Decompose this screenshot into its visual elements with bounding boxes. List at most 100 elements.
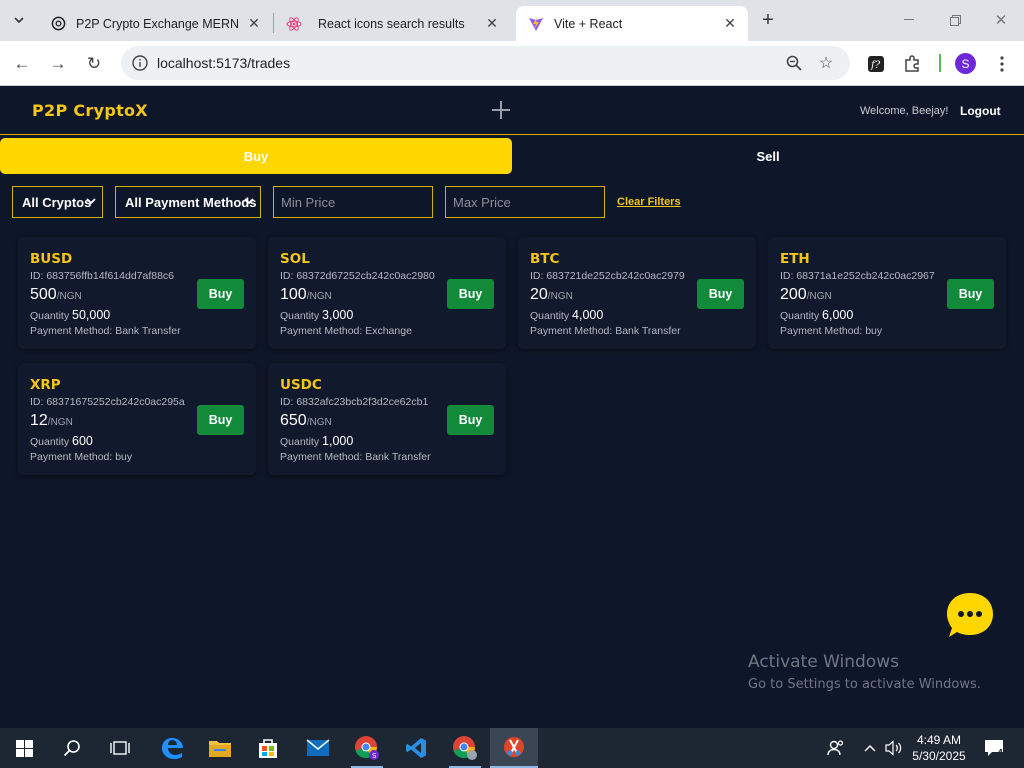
restore-icon xyxy=(949,14,961,26)
start-button[interactable] xyxy=(0,728,48,768)
extension-fx-icon[interactable]: f? xyxy=(864,52,888,76)
trade-id: ID: 683721de252cb242c0ac2979 xyxy=(530,270,685,282)
logout-button[interactable]: Logout xyxy=(960,104,1001,118)
people-button[interactable] xyxy=(824,728,848,768)
mail-icon xyxy=(306,739,330,756)
trade-payment-method: Payment Method: Bank Transfer xyxy=(30,325,181,337)
back-button[interactable]: ← xyxy=(10,52,34,76)
url-text: localhost:5173/trades xyxy=(157,55,291,71)
task-view-icon xyxy=(110,741,130,755)
taskbar-vscode[interactable] xyxy=(392,728,440,768)
taskbar-store[interactable] xyxy=(244,728,292,768)
taskbar-mail[interactable] xyxy=(294,728,342,768)
profile-avatar[interactable]: S xyxy=(955,53,976,74)
trade-payment-method: Payment Method: Bank Transfer xyxy=(530,325,681,337)
buy-button[interactable]: Buy xyxy=(947,279,994,309)
store-bag-icon xyxy=(259,739,277,758)
chat-bubble-icon[interactable] xyxy=(946,591,994,639)
arrow-right-icon: → xyxy=(49,54,67,73)
taskbar-edge[interactable] xyxy=(148,728,196,768)
restore-window-button[interactable] xyxy=(932,0,978,40)
extensions-puzzle-icon[interactable] xyxy=(900,52,924,76)
close-tab-icon[interactable]: ✕ xyxy=(720,14,740,34)
buy-button[interactable]: Buy xyxy=(447,279,494,309)
crypto-filter-select[interactable]: All Cryptos xyxy=(12,186,103,218)
clear-filters-link[interactable]: Clear Filters xyxy=(617,196,681,208)
buy-button[interactable]: Buy xyxy=(697,279,744,309)
folder-icon xyxy=(209,741,231,757)
trade-id: ID: 68371a1e252cb242c0ac2967 xyxy=(780,270,935,282)
trade-card: BTC ID: 683721de252cb242c0ac2979 20/NGN … xyxy=(518,237,756,349)
taskbar-snipping-tool[interactable] xyxy=(490,728,538,768)
chrome-icon: S xyxy=(355,736,379,760)
taskbar-chrome-profile[interactable]: S xyxy=(343,728,391,768)
volume-button[interactable] xyxy=(882,728,906,768)
close-tab-icon[interactable]: ✕ xyxy=(244,14,264,34)
reload-icon: ↻ xyxy=(86,54,102,73)
trade-quantity: Quantity 1,000 xyxy=(280,434,354,448)
close-window-button[interactable]: ✕ xyxy=(978,0,1024,40)
notification-count: 4 xyxy=(997,748,1003,759)
chevron-up-icon xyxy=(864,744,876,752)
buy-button[interactable]: Buy xyxy=(197,405,244,435)
show-hidden-icons-button[interactable] xyxy=(860,728,880,768)
crypto-symbol: BUSD xyxy=(30,251,73,267)
svg-text:S: S xyxy=(372,752,377,760)
address-bar[interactable]: localhost:5173/trades ☆ xyxy=(121,46,850,80)
zoom-icon[interactable] xyxy=(783,52,805,74)
chevron-down-icon xyxy=(86,198,96,205)
taskbar-file-explorer[interactable] xyxy=(196,728,244,768)
chatgpt-icon xyxy=(50,16,66,32)
people-icon xyxy=(827,740,844,756)
trade-price: 500/NGN xyxy=(30,286,82,303)
trade-payment-method: Payment Method: buy xyxy=(30,451,133,463)
max-price-input[interactable]: Max Price xyxy=(445,186,605,218)
close-tab-icon[interactable]: ✕ xyxy=(482,14,502,34)
min-price-input[interactable]: Min Price xyxy=(273,186,433,218)
plus-icon[interactable] xyxy=(490,99,512,121)
speaker-icon xyxy=(885,740,902,756)
search-icon xyxy=(63,740,80,757)
welcome-message: Welcome, Beejay! xyxy=(860,105,949,117)
trade-id: ID: 683756ffb14f614dd7af88c6 xyxy=(30,270,175,282)
trade-quantity: Quantity 600 xyxy=(30,434,93,448)
trade-price: 100/NGN xyxy=(280,286,332,303)
taskbar-clock[interactable]: 4:49 AM 5/30/2025 xyxy=(908,732,970,764)
buy-button[interactable]: Buy xyxy=(197,279,244,309)
vscode-icon xyxy=(406,738,426,758)
site-info-icon[interactable] xyxy=(131,54,149,72)
trade-card: BUSD ID: 683756ffb14f614dd7af88c6 500/NG… xyxy=(18,237,256,349)
trade-quantity: Quantity 50,000 xyxy=(30,308,111,322)
tab-title: React icons search results xyxy=(318,16,465,31)
trade-payment-method: Payment Method: buy xyxy=(780,325,883,337)
snipping-tool-icon xyxy=(504,737,524,757)
trade-quantity: Quantity 6,000 xyxy=(780,308,854,322)
browser-tab[interactable]: React icons search results ✕ xyxy=(274,6,510,41)
buy-button[interactable]: Buy xyxy=(447,405,494,435)
app-logo[interactable]: P2P CryptoX xyxy=(32,101,148,120)
clock-date: 5/30/2025 xyxy=(912,749,966,763)
activate-windows-subtitle: Go to Settings to activate Windows. xyxy=(748,677,981,692)
react-icon xyxy=(286,16,302,32)
browser-tab[interactable]: P2P Crypto Exchange MERN ✕ xyxy=(38,6,272,41)
payment-method-filter-select[interactable]: All Payment Methods xyxy=(115,186,261,218)
task-view-button[interactable] xyxy=(96,728,144,768)
sell-tab[interactable]: Sell xyxy=(512,138,1024,174)
taskbar-search-button[interactable] xyxy=(48,728,96,768)
tab-search-button[interactable] xyxy=(8,9,30,31)
minimize-window-button[interactable] xyxy=(886,0,932,40)
forward-button[interactable]: → xyxy=(46,52,70,76)
browser-tab-active[interactable]: Vite + React ✕ xyxy=(516,6,748,41)
new-tab-button[interactable]: + xyxy=(757,9,779,31)
chrome-icon xyxy=(453,736,477,760)
taskbar-chrome[interactable] xyxy=(441,728,489,768)
buy-tab[interactable]: Buy xyxy=(0,138,512,174)
trade-price: 200/NGN xyxy=(780,286,832,303)
reload-button[interactable]: ↻ xyxy=(82,52,106,76)
trade-quantity: Quantity 3,000 xyxy=(280,308,354,322)
plus-icon: + xyxy=(762,8,774,31)
bookmark-star-icon[interactable]: ☆ xyxy=(815,52,837,74)
browser-menu-icon[interactable] xyxy=(990,52,1014,76)
trade-card: SOL ID: 68372d67252cb242c0ac2980 100/NGN… xyxy=(268,237,506,349)
trade-card: USDC ID: 6832afc23bcb2f3d2ce62cb1 650/NG… xyxy=(268,363,506,475)
